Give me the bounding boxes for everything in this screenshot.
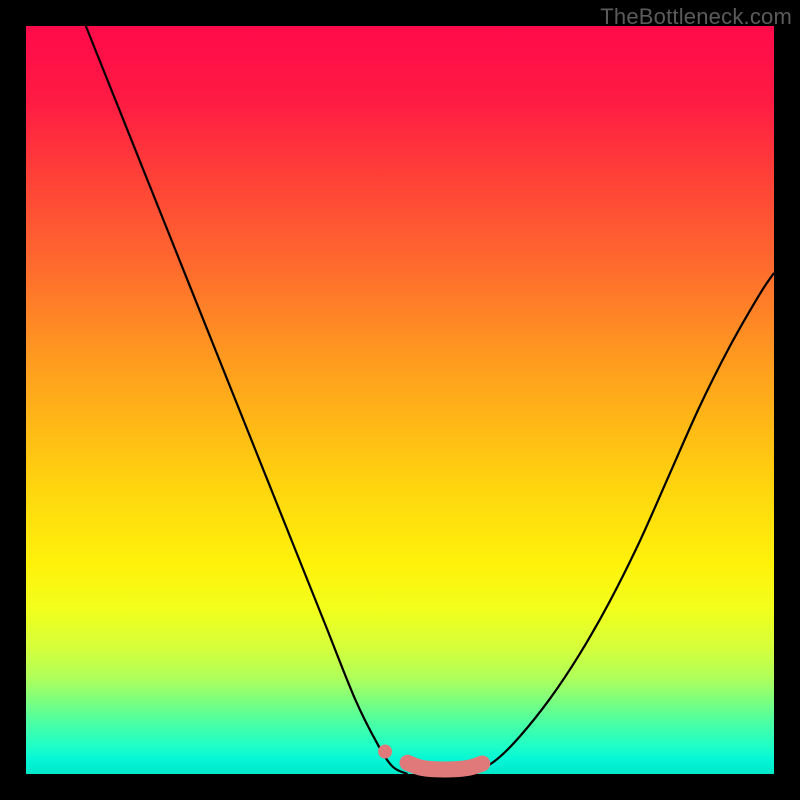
left-curve [86,26,408,774]
chart-frame: TheBottleneck.com [0,0,800,800]
bottom-highlight-dot [378,745,392,759]
plot-area [26,26,774,774]
curves-svg [26,26,774,774]
bottom-highlight-segment [407,763,482,770]
watermark-text: TheBottleneck.com [600,4,792,30]
right-curve [475,273,774,774]
